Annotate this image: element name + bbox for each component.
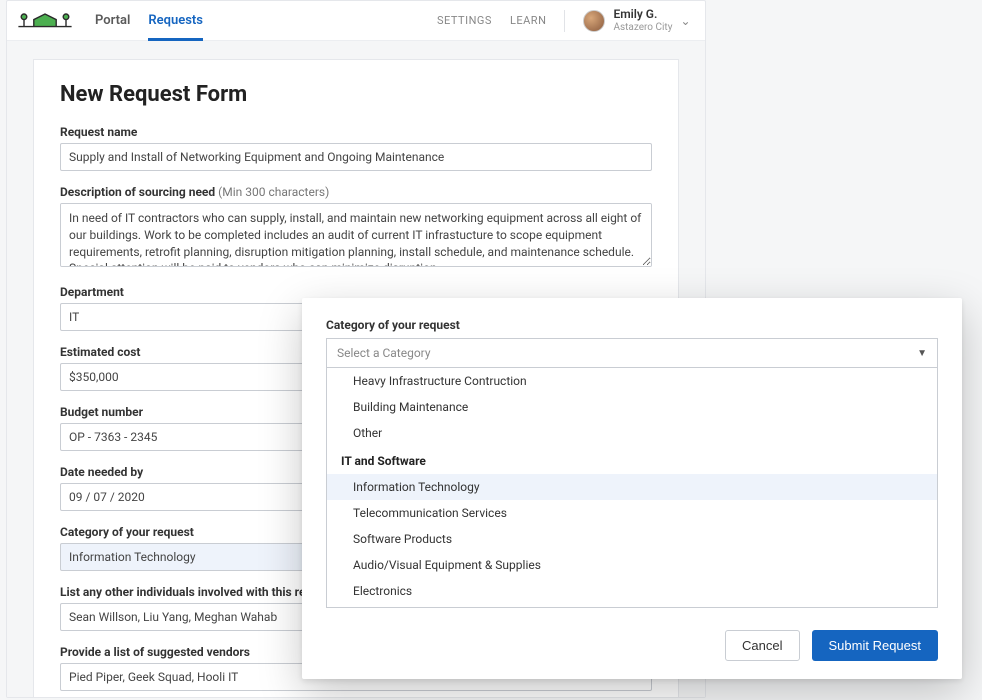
department-label: Department <box>60 285 652 299</box>
tab-portal[interactable]: Portal <box>95 1 130 40</box>
option-information-technology[interactable]: Information Technology <box>327 474 937 500</box>
submit-request-button[interactable]: Submit Request <box>812 630 939 661</box>
description-textarea[interactable] <box>60 203 652 267</box>
user-menu[interactable]: Emily G. Astazero City ⌄ <box>583 8 691 32</box>
option-software-products[interactable]: Software Products <box>327 526 937 552</box>
nav-link-settings[interactable]: SETTINGS <box>437 14 492 27</box>
description-label-text: Description of sourcing need <box>60 185 215 199</box>
category-dropdown-panel: Category of your request Select a Catego… <box>302 298 962 679</box>
header-divider <box>564 10 565 32</box>
dropdown-actions: Cancel Submit Request <box>326 630 938 661</box>
caret-down-icon: ▼ <box>917 348 927 359</box>
tab-requests[interactable]: Requests <box>148 1 203 40</box>
dropdown-title: Category of your request <box>326 318 938 332</box>
option-group-it-software: IT and Software <box>327 446 937 474</box>
option-electronics[interactable]: Electronics <box>327 578 937 604</box>
header-right: SETTINGS LEARN Emily G. Astazero City ⌄ <box>437 8 691 32</box>
option-building-maintenance[interactable]: Building Maintenance <box>327 394 937 420</box>
option-telecom-services[interactable]: Telecommunication Services <box>327 500 937 526</box>
request-name-label: Request name <box>60 125 652 139</box>
nav-tabs: Portal Requests <box>95 1 203 40</box>
chevron-down-icon: ⌄ <box>680 14 691 28</box>
option-heavy-infrastructure[interactable]: Heavy Infrastructure Contruction <box>327 368 937 394</box>
logo-icon <box>17 11 73 31</box>
request-name-input[interactable] <box>60 143 652 171</box>
cancel-button[interactable]: Cancel <box>725 630 799 661</box>
option-software-design[interactable]: Software Design & Engineering <box>327 604 937 608</box>
header-bar: Portal Requests SETTINGS LEARN Emily G. … <box>7 1 705 41</box>
dropdown-placeholder: Select a Category <box>337 346 431 360</box>
avatar <box>583 10 605 32</box>
description-hint: (Min 300 characters) <box>218 185 329 199</box>
description-label: Description of sourcing need (Min 300 ch… <box>60 185 652 199</box>
option-av-equipment[interactable]: Audio/Visual Equipment & Supplies <box>327 552 937 578</box>
user-org: Astazero City <box>613 22 672 33</box>
option-other-1[interactable]: Other <box>327 420 937 446</box>
dropdown-option-list[interactable]: Heavy Infrastructure Contruction Buildin… <box>326 368 938 608</box>
dropdown-select[interactable]: Select a Category ▼ <box>326 338 938 368</box>
nav-link-learn[interactable]: LEARN <box>510 14 546 27</box>
user-name: Emily G. <box>613 8 672 21</box>
user-info: Emily G. Astazero City <box>613 8 672 32</box>
logo <box>17 11 73 31</box>
page-title: New Request Form <box>60 82 652 107</box>
